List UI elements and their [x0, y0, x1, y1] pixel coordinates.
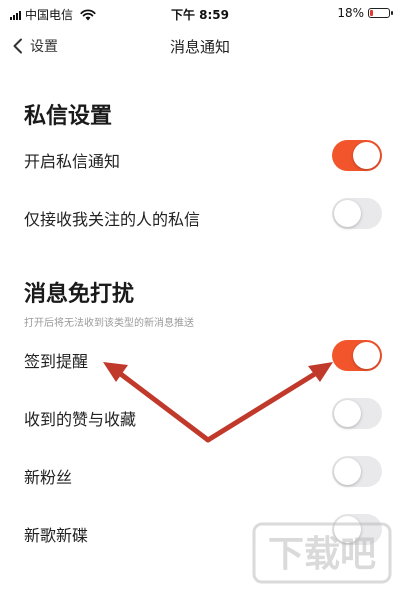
- setting-row-checkin-reminder: 签到提醒: [0, 340, 400, 380]
- page-title: 消息通知: [169, 38, 230, 56]
- checkin-reminder-toggle[interactable]: [332, 340, 382, 371]
- setting-row-enable-private-message: 开启私信通知: [0, 140, 400, 180]
- new-fans-toggle[interactable]: [332, 456, 382, 487]
- setting-label: 新粉丝: [24, 468, 73, 487]
- watermark-logo: 下载吧: [252, 522, 392, 584]
- setting-label: 仅接收我关注的人的私信: [24, 210, 201, 229]
- status-bar: 中国电信 下午 8:59 18%: [0, 0, 400, 26]
- nav-bar: 设置 消息通知: [0, 26, 400, 66]
- setting-row-new-fans: 新粉丝: [0, 456, 400, 496]
- battery-level-fill: [370, 10, 373, 16]
- enable-private-message-toggle[interactable]: [332, 140, 382, 171]
- setting-label: 开启私信通知: [24, 152, 121, 171]
- setting-label: 收到的赞与收藏: [24, 410, 137, 429]
- section-title-do-not-disturb: 消息免打扰: [24, 282, 135, 307]
- battery-icon: [368, 8, 393, 18]
- following-only-toggle[interactable]: [332, 198, 382, 229]
- section-hint: 打开后将无法收到该类型的新消息推送: [24, 318, 194, 329]
- watermark-text: 下载吧: [268, 534, 376, 575]
- setting-label: 新歌新碟: [24, 526, 89, 545]
- likes-favorites-toggle[interactable]: [332, 398, 382, 429]
- battery-percent: 18%: [337, 6, 364, 20]
- setting-row-following-only: 仅接收我关注的人的私信: [0, 198, 400, 238]
- section-title-private-message: 私信设置: [24, 104, 113, 129]
- setting-label: 签到提醒: [24, 352, 89, 371]
- setting-row-likes-favorites: 收到的赞与收藏: [0, 398, 400, 438]
- status-right: 18%: [337, 6, 393, 20]
